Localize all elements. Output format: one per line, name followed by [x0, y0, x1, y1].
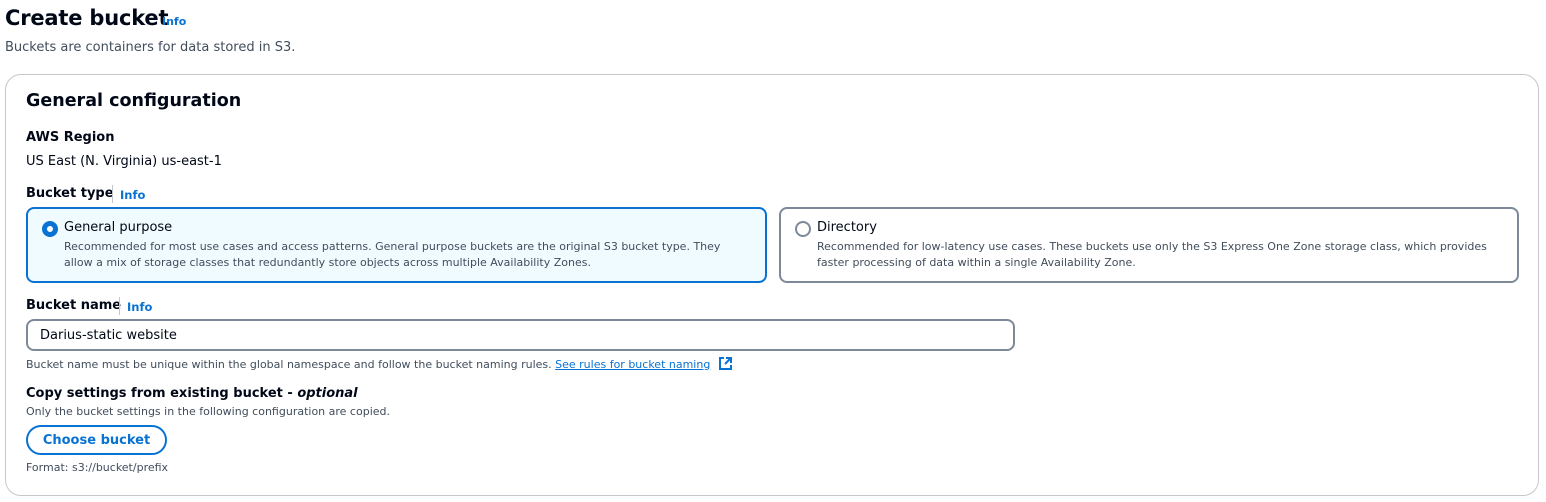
page-title: Create bucket: [5, 6, 169, 30]
copy-settings-label-text: Copy settings from existing bucket -: [26, 386, 298, 401]
format-hint: Format: s3://bucket/prefix: [26, 461, 169, 474]
bucket-type-info-divider: [112, 185, 113, 203]
bucket-name-info-divider: [119, 297, 120, 315]
external-link-icon[interactable]: [718, 356, 733, 374]
bucket-type-label: Bucket type: [26, 186, 114, 201]
bucket-type-directory-tile[interactable]: Directory Recommended for low-latency us…: [779, 207, 1519, 283]
general-configuration-panel: General configuration AWS Region US East…: [5, 74, 1539, 496]
copy-settings-description: Only the bucket settings in the followin…: [26, 405, 390, 418]
bucket-name-input[interactable]: [26, 319, 1015, 351]
optional-tag: optional: [297, 386, 358, 401]
page-title-info-link[interactable]: Info: [162, 15, 186, 28]
bucket-naming-rules-link[interactable]: See rules for bucket naming: [555, 358, 710, 371]
directory-description: Recommended for low-latency use cases. T…: [817, 240, 1487, 269]
bucket-name-label: Bucket name: [26, 298, 122, 313]
bucket-name-hint: Bucket name must be unique within the gl…: [26, 356, 733, 374]
aws-region-label: AWS Region: [26, 130, 115, 145]
copy-settings-label: Copy settings from existing bucket - opt…: [26, 386, 358, 401]
bucket-type-general-purpose-tile[interactable]: General purpose Recommended for most use…: [26, 207, 767, 283]
aws-region-value: US East (N. Virginia) us-east-1: [26, 154, 222, 169]
general-purpose-radio[interactable]: [42, 221, 58, 237]
bucket-type-info-link[interactable]: Info: [120, 188, 145, 202]
choose-bucket-button[interactable]: Choose bucket: [26, 425, 167, 455]
bucket-name-info-link[interactable]: Info: [127, 300, 152, 314]
page-description: Buckets are containers for data stored i…: [5, 40, 296, 55]
bucket-name-hint-text: Bucket name must be unique within the gl…: [26, 358, 552, 371]
section-title: General configuration: [26, 91, 242, 111]
directory-radio[interactable]: [795, 221, 811, 237]
general-purpose-title: General purpose: [64, 220, 173, 235]
general-purpose-description: Recommended for most use cases and acces…: [64, 240, 721, 269]
directory-title: Directory: [817, 220, 877, 235]
